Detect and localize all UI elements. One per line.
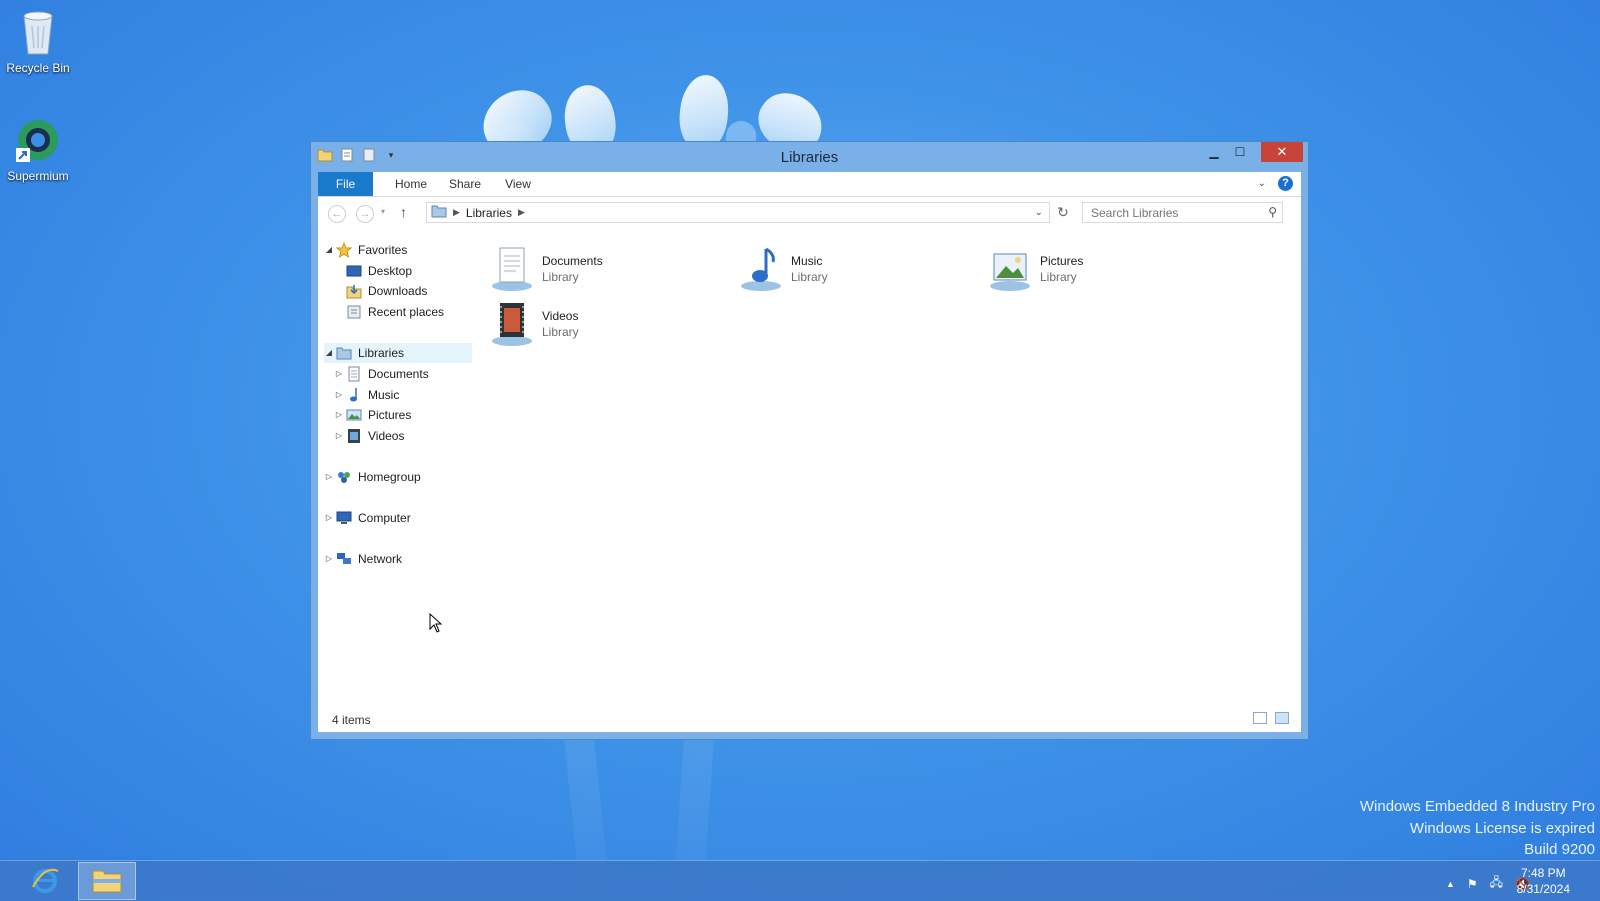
recent-places-icon: [346, 304, 362, 320]
expand-arrow-icon[interactable]: ▷: [324, 467, 334, 487]
explorer-window: ▾ Libraries ▁ ☐ ✕ File Home Share View ⌄…: [310, 141, 1309, 740]
expand-arrow-icon[interactable]: ▷: [334, 405, 344, 425]
close-button[interactable]: ✕: [1261, 142, 1303, 162]
computer-icon: [336, 510, 352, 526]
back-arrow-icon: ←: [331, 208, 343, 220]
chevron-right-icon[interactable]: ▶: [453, 207, 460, 218]
taskbar-internet-explorer[interactable]: [16, 862, 74, 900]
nav-recent-places[interactable]: Recent places: [346, 302, 444, 322]
file-explorer-icon: [92, 867, 122, 896]
nav-downloads[interactable]: Downloads: [346, 281, 427, 301]
refresh-button[interactable]: ↻: [1053, 202, 1073, 223]
network-icon: [336, 551, 352, 567]
item-count: 4 items: [332, 713, 371, 727]
library-tile-music[interactable]: Music Library: [737, 244, 828, 294]
nav-music[interactable]: ▷ Music: [334, 385, 399, 405]
expand-arrow-icon[interactable]: ▷: [324, 508, 334, 528]
nav-libraries[interactable]: ◢ Libraries: [324, 343, 472, 363]
pictures-library-icon: [986, 245, 1034, 293]
expand-arrow-icon[interactable]: ▷: [324, 549, 334, 569]
videos-icon: [346, 428, 362, 444]
desktop-icon-label: Supermium: [7, 169, 69, 183]
expand-arrow-icon[interactable]: ▷: [334, 426, 344, 446]
documents-library-icon: [488, 245, 536, 293]
search-box[interactable]: ⚲: [1082, 202, 1283, 223]
tab-file[interactable]: File: [318, 172, 373, 196]
navigation-pane: ◢ Favorites Desktop Downloads Recent pla…: [318, 232, 478, 704]
address-row: ← → ▾ ↑ ▶ Libraries ▶ ⌄ ↻ ⚲: [318, 197, 1301, 229]
breadcrumb-libraries[interactable]: Libraries: [466, 206, 512, 220]
nav-pictures[interactable]: ▷ Pictures: [334, 405, 411, 425]
desktop-icon: [346, 263, 362, 279]
nav-favorites[interactable]: ◢ Favorites: [324, 240, 407, 260]
nav-network[interactable]: ▷ Network: [324, 549, 402, 569]
collapse-arrow-icon[interactable]: ◢: [324, 240, 334, 260]
action-center-flag-icon[interactable]: ⚑: [1467, 877, 1478, 891]
desktop-icon-supermium[interactable]: Supermium: [0, 116, 76, 183]
forward-arrow-icon: →: [359, 208, 371, 220]
help-icon[interactable]: ?: [1278, 176, 1293, 191]
music-library-icon: [737, 245, 785, 293]
taskbar: ▲ ⚑ 🖧 🔇 7:48 PM 8/31/2024: [0, 860, 1600, 901]
expand-ribbon-icon[interactable]: ⌄: [1258, 178, 1266, 189]
libraries-folder-icon: [431, 204, 447, 221]
back-button[interactable]: ←: [328, 205, 346, 223]
forward-button[interactable]: →: [356, 205, 374, 223]
nav-videos[interactable]: ▷ Videos: [334, 426, 404, 446]
downloads-icon: [346, 283, 362, 299]
desktop-icon-label: Recycle Bin: [6, 61, 70, 75]
chevron-right-icon[interactable]: ▶: [518, 207, 525, 218]
nav-computer[interactable]: ▷ Computer: [324, 508, 411, 528]
library-tile-documents[interactable]: Documents Library: [488, 244, 603, 294]
library-tile-pictures[interactable]: Pictures Library: [986, 244, 1083, 294]
search-icon[interactable]: ⚲: [1268, 205, 1277, 219]
star-icon: [336, 242, 352, 258]
close-icon: ✕: [1276, 144, 1288, 159]
nav-desktop[interactable]: Desktop: [346, 261, 412, 281]
recent-locations-icon[interactable]: ▾: [381, 207, 385, 216]
homegroup-icon: [336, 469, 352, 485]
expand-arrow-icon[interactable]: ▷: [334, 385, 344, 405]
pictures-icon: [346, 407, 362, 423]
taskbar-file-explorer[interactable]: [78, 862, 136, 900]
documents-icon: [346, 366, 362, 382]
mouse-cursor-icon: [429, 612, 443, 636]
address-bar[interactable]: ▶ Libraries ▶ ⌄: [426, 202, 1050, 223]
search-input[interactable]: [1083, 203, 1269, 222]
library-content: Documents Library Music Library Pictures Li…: [488, 232, 1301, 704]
expand-arrow-icon[interactable]: ▷: [334, 364, 344, 384]
maximize-button[interactable]: ☐: [1227, 142, 1253, 162]
music-icon: [346, 387, 362, 403]
window-title: Libraries: [780, 149, 839, 166]
taskbar-clock[interactable]: 7:48 PM 8/31/2024: [1517, 865, 1570, 897]
status-bar: 4 items: [318, 706, 1301, 732]
show-hidden-icons-icon[interactable]: ▲: [1446, 879, 1455, 889]
library-tile-videos[interactable]: Videos Library: [488, 299, 579, 349]
collapse-arrow-icon[interactable]: ◢: [324, 343, 334, 363]
details-view-icon[interactable]: [1253, 712, 1267, 724]
address-dropdown-icon[interactable]: ⌄: [1035, 207, 1043, 218]
network-tray-icon[interactable]: 🖧: [1490, 873, 1503, 894]
recycle-bin-icon: [0, 8, 76, 59]
libraries-icon: [336, 345, 352, 361]
videos-library-icon: [488, 300, 536, 348]
tab-view[interactable]: View: [496, 172, 540, 196]
internet-explorer-icon: [30, 865, 60, 898]
tab-home[interactable]: Home: [386, 172, 436, 196]
window-body: File Home Share View ⌄ ? ← → ▾ ↑ ▶ Libra…: [318, 172, 1301, 732]
tab-share[interactable]: Share: [440, 172, 490, 196]
large-icons-view-icon[interactable]: [1275, 712, 1289, 724]
windows-watermark: Windows Embedded 8 Industry Pro Windows …: [1359, 798, 1595, 858]
nav-homegroup[interactable]: ▷ Homegroup: [324, 467, 421, 487]
refresh-icon: ↻: [1057, 204, 1069, 220]
desktop-icon-recycle-bin[interactable]: Recycle Bin: [0, 8, 76, 75]
ribbon-tabs: File Home Share View ⌄ ?: [318, 172, 1301, 197]
up-arrow-icon[interactable]: ↑: [400, 204, 407, 220]
nav-documents[interactable]: ▷ Documents: [334, 364, 429, 384]
supermium-icon: [0, 116, 76, 167]
title-bar[interactable]: ▾ Libraries ▁ ☐ ✕: [311, 142, 1308, 172]
minimize-button[interactable]: ▁: [1201, 142, 1227, 162]
